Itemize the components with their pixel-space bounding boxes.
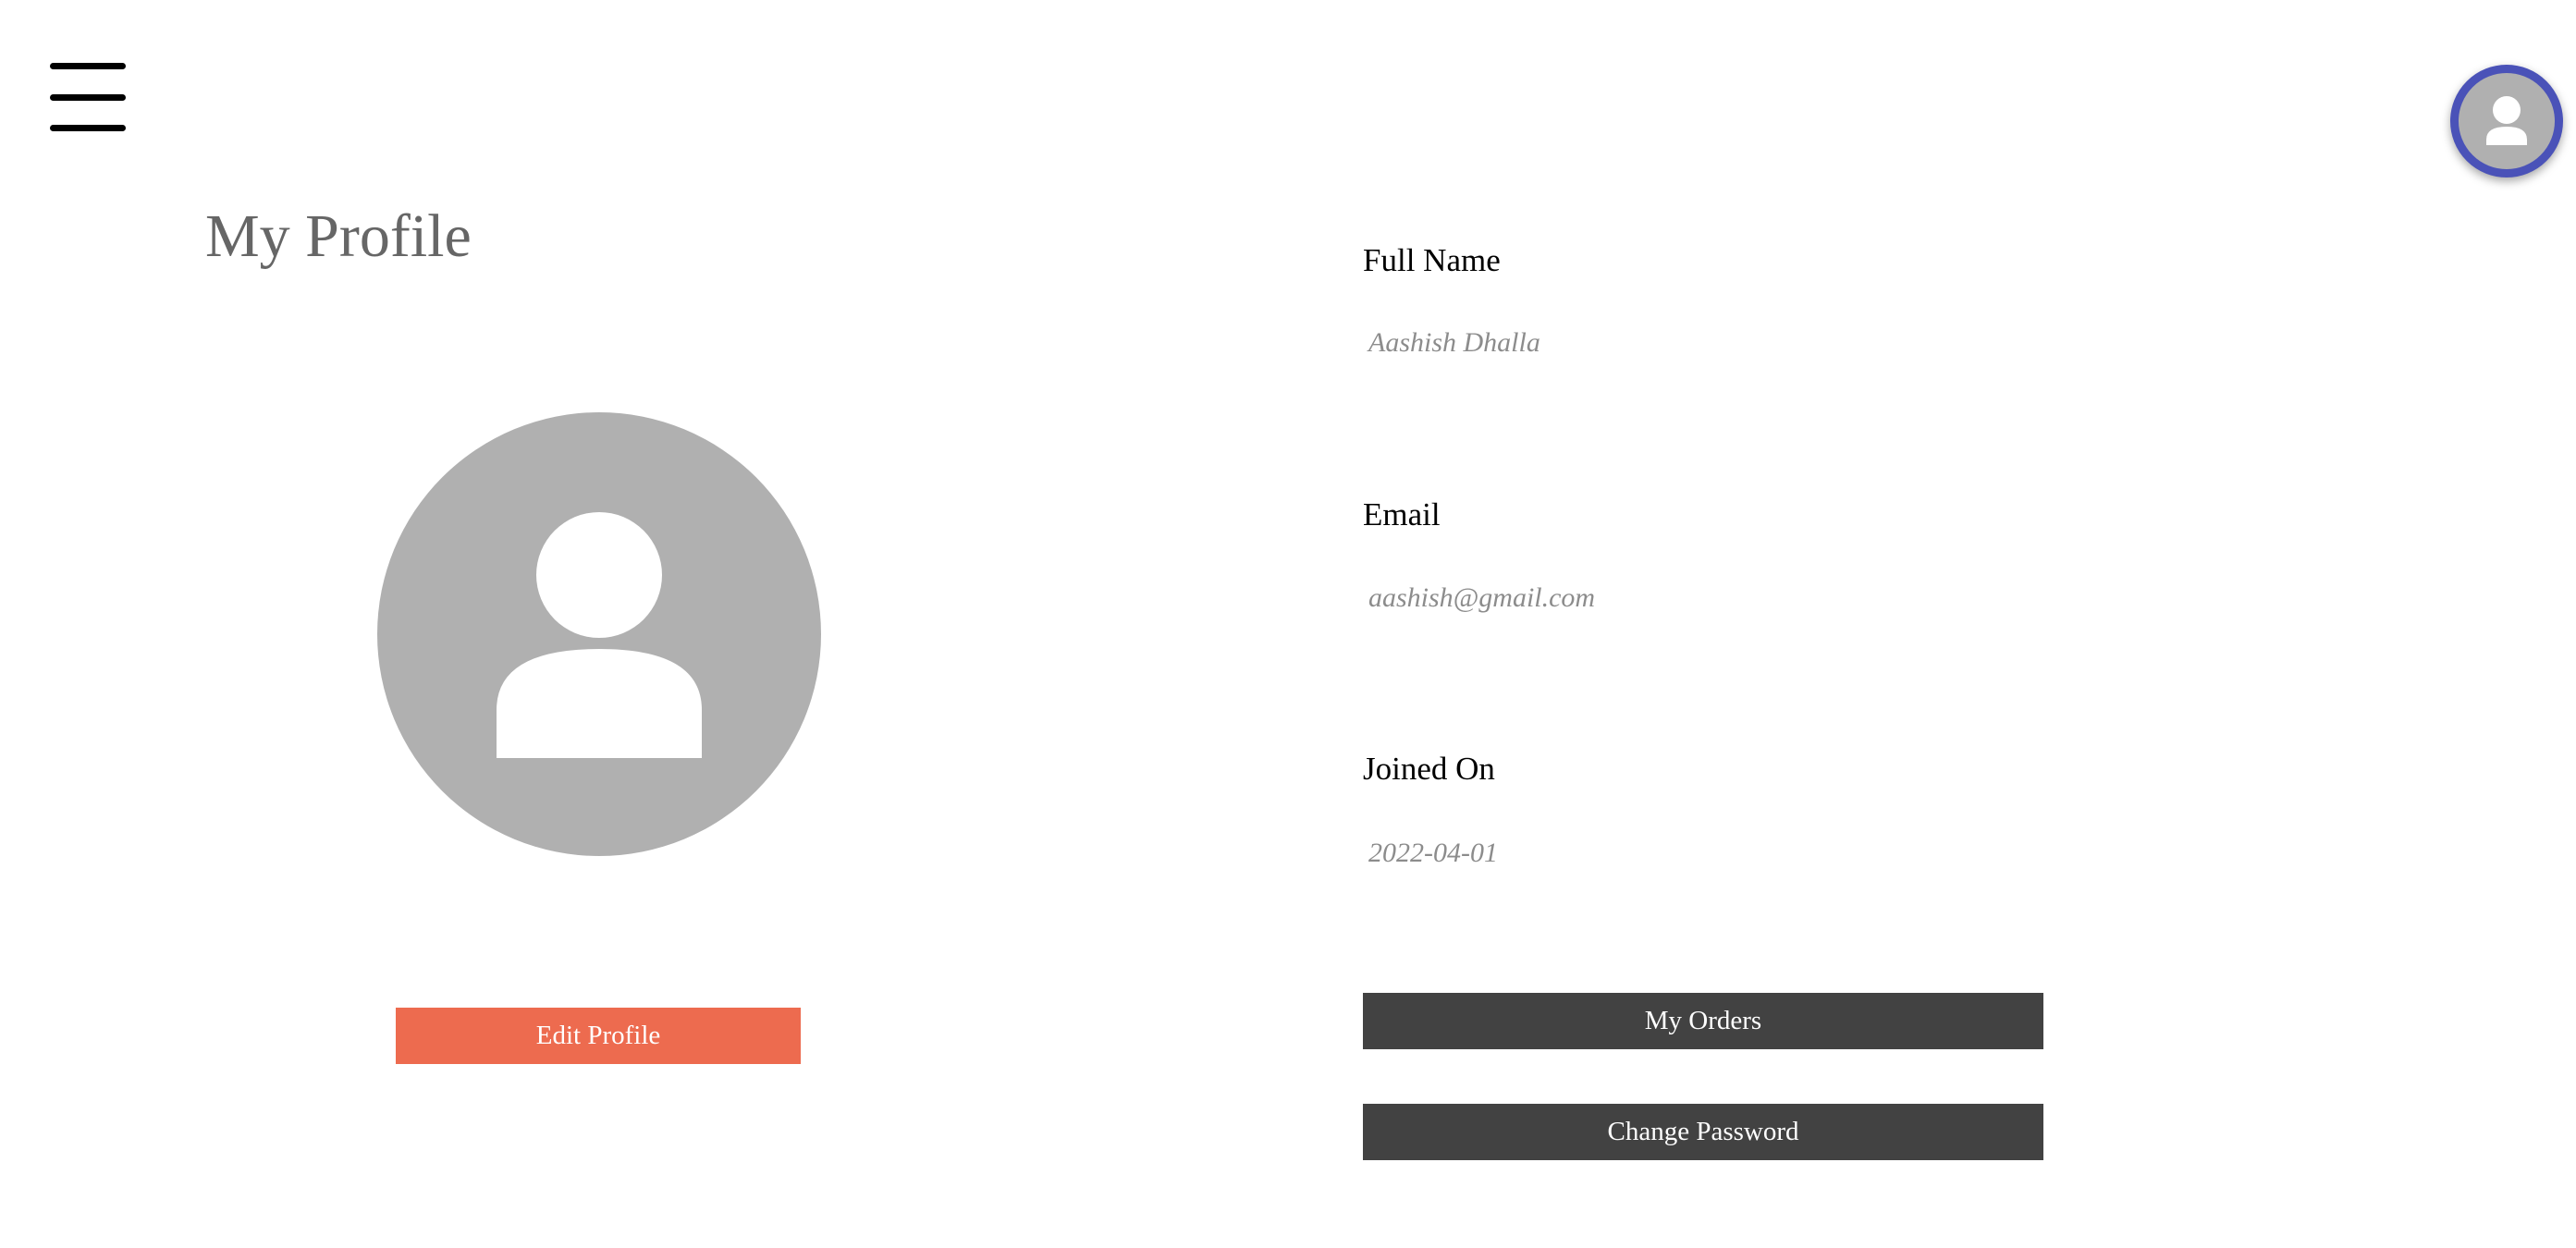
- edit-profile-button[interactable]: Edit Profile: [396, 1008, 801, 1064]
- joined-on-value: 2022-04-01: [1368, 838, 1498, 868]
- full-name-label: Full Name: [1363, 242, 1501, 278]
- hamburger-menu-icon[interactable]: [50, 63, 126, 133]
- profile-photo: [377, 412, 821, 856]
- user-placeholder-icon: [497, 512, 702, 758]
- full-name-value: Aashish Dhalla: [1368, 327, 1540, 358]
- menu-bar-bottom: [50, 125, 126, 131]
- page-title: My Profile: [205, 202, 472, 270]
- change-password-button[interactable]: Change Password: [1363, 1104, 2043, 1160]
- my-orders-button[interactable]: My Orders: [1363, 993, 2043, 1049]
- menu-bar-middle: [50, 94, 126, 101]
- email-value: aashish@gmail.com: [1368, 582, 1596, 613]
- menu-bar-top: [50, 63, 126, 69]
- account-avatar-button[interactable]: [2450, 65, 2563, 177]
- email-label: Email: [1363, 496, 1441, 532]
- user-avatar-icon: [2486, 96, 2527, 145]
- joined-on-label: Joined On: [1363, 751, 1495, 787]
